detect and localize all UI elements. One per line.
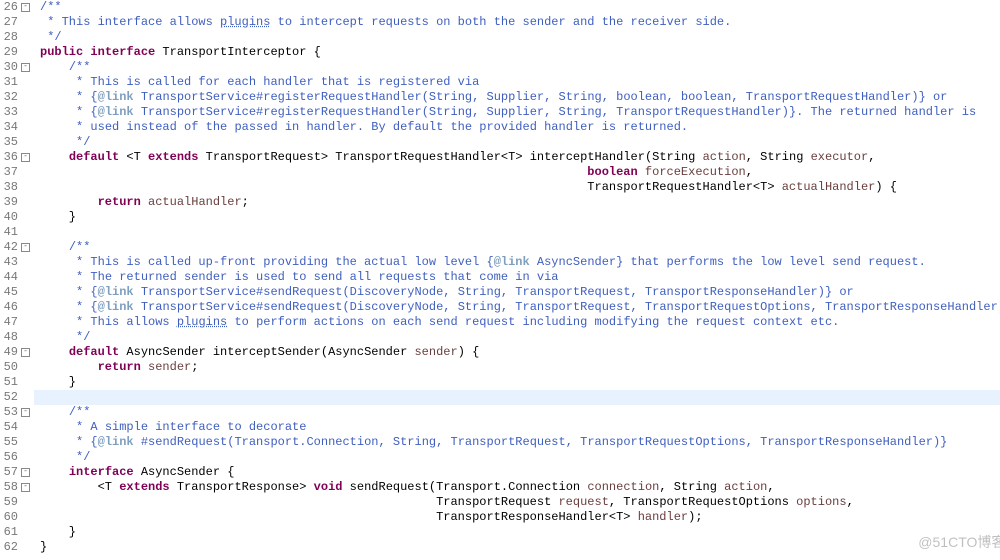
line-number: 31 [0, 75, 30, 90]
fold-icon[interactable]: - [21, 3, 30, 12]
line-number: 42- [0, 240, 30, 255]
line-number: 45 [0, 285, 30, 300]
fold-icon[interactable]: - [21, 153, 30, 162]
code-line[interactable]: */ [34, 30, 1000, 45]
code-line[interactable]: /** [34, 0, 1000, 15]
line-number: 53- [0, 405, 30, 420]
code-line[interactable]: * {@link TransportService#sendRequest(Di… [34, 300, 1000, 315]
line-number: 33 [0, 105, 30, 120]
code-line[interactable]: * {@link TransportService#sendRequest(Di… [34, 285, 1000, 300]
code-line[interactable]: * {@link TransportService#registerReques… [34, 90, 1000, 105]
fold-icon[interactable]: - [21, 483, 30, 492]
code-line[interactable]: return actualHandler; [34, 195, 1000, 210]
code-line[interactable]: TransportRequestHandler<T> actualHandler… [34, 180, 1000, 195]
code-line[interactable]: interface AsyncSender { [34, 465, 1000, 480]
fold-icon[interactable]: - [21, 63, 30, 72]
line-number: 35 [0, 135, 30, 150]
line-number: 58- [0, 480, 30, 495]
code-line[interactable]: boolean forceExecution, [34, 165, 1000, 180]
code-line[interactable]: <T extends TransportResponse> void sendR… [34, 480, 1000, 495]
code-line[interactable]: } [34, 540, 1000, 555]
line-number: 50 [0, 360, 30, 375]
code-line[interactable] [34, 390, 1000, 405]
code-area[interactable]: /** * This interface allows plugins to i… [34, 0, 1000, 560]
line-number: 43 [0, 255, 30, 270]
code-line[interactable]: } [34, 375, 1000, 390]
line-number: 47 [0, 315, 30, 330]
line-number: 28 [0, 30, 30, 45]
line-number: 30- [0, 60, 30, 75]
line-number: 40 [0, 210, 30, 225]
line-number: 52 [0, 390, 30, 405]
code-line[interactable]: } [34, 525, 1000, 540]
line-number: 49- [0, 345, 30, 360]
line-number: 59 [0, 495, 30, 510]
line-number: 55 [0, 435, 30, 450]
code-line[interactable] [34, 225, 1000, 240]
line-number: 54 [0, 420, 30, 435]
line-number: 51 [0, 375, 30, 390]
line-gutter: 26-27282930-313233343536-373839404142-43… [0, 0, 34, 560]
line-number: 60 [0, 510, 30, 525]
line-number: 44 [0, 270, 30, 285]
code-line[interactable]: /** [34, 60, 1000, 75]
line-number: 32 [0, 90, 30, 105]
code-line[interactable]: * This allows plugins to perform actions… [34, 315, 1000, 330]
code-line[interactable]: } [34, 210, 1000, 225]
code-line[interactable]: * This is called for each handler that i… [34, 75, 1000, 90]
code-line[interactable]: * {@link TransportService#registerReques… [34, 105, 1000, 120]
code-line[interactable]: */ [34, 330, 1000, 345]
code-line[interactable]: default AsyncSender interceptSender(Asyn… [34, 345, 1000, 360]
fold-icon[interactable]: - [21, 348, 30, 357]
line-number: 34 [0, 120, 30, 135]
code-line[interactable]: default <T extends TransportRequest> Tra… [34, 150, 1000, 165]
code-line[interactable]: /** [34, 240, 1000, 255]
line-number: 48 [0, 330, 30, 345]
fold-icon[interactable]: - [21, 408, 30, 417]
line-number: 61 [0, 525, 30, 540]
code-line[interactable]: * used instead of the passed in handler.… [34, 120, 1000, 135]
code-line[interactable]: */ [34, 450, 1000, 465]
line-number: 36- [0, 150, 30, 165]
line-number: 39 [0, 195, 30, 210]
line-number: 38 [0, 180, 30, 195]
line-number: 37 [0, 165, 30, 180]
line-number: 46 [0, 300, 30, 315]
code-line[interactable]: /** [34, 405, 1000, 420]
line-number: 56 [0, 450, 30, 465]
code-line[interactable]: * This is called up-front providing the … [34, 255, 1000, 270]
code-line[interactable]: TransportResponseHandler<T> handler); [34, 510, 1000, 525]
watermark: @51CTO博客 [918, 532, 1000, 552]
line-number: 29 [0, 45, 30, 60]
code-line[interactable]: return sender; [34, 360, 1000, 375]
line-number: 41 [0, 225, 30, 240]
code-line[interactable]: public interface TransportInterceptor { [34, 45, 1000, 60]
code-line[interactable]: * The returned sender is used to send al… [34, 270, 1000, 285]
fold-icon[interactable]: - [21, 243, 30, 252]
line-number: 27 [0, 15, 30, 30]
line-number: 26- [0, 0, 30, 15]
code-editor: 26-27282930-313233343536-373839404142-43… [0, 0, 1000, 560]
code-line[interactable]: TransportRequest request, TransportReque… [34, 495, 1000, 510]
code-line[interactable]: * {@link #sendRequest(Transport.Connecti… [34, 435, 1000, 450]
code-line[interactable]: * A simple interface to decorate [34, 420, 1000, 435]
line-number: 57- [0, 465, 30, 480]
code-line[interactable]: * This interface allows plugins to inter… [34, 15, 1000, 30]
fold-icon[interactable]: - [21, 468, 30, 477]
code-line[interactable]: */ [34, 135, 1000, 150]
line-number: 62 [0, 540, 30, 555]
